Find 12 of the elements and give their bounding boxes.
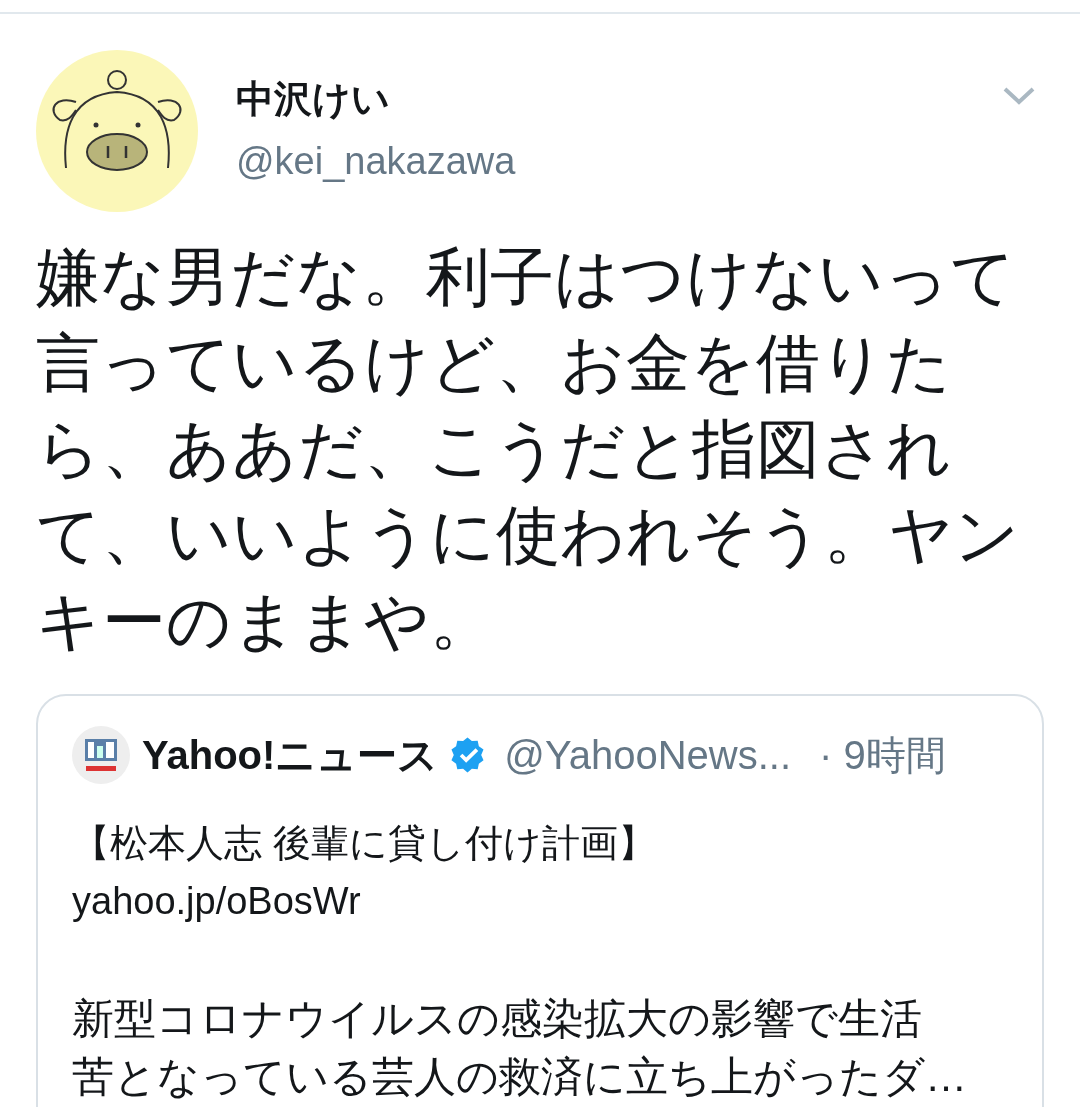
tweet-time: · 9時間 bbox=[819, 731, 946, 779]
quoted-body-line: 苦となっている芸人の救済に立ち上がったダ… bbox=[72, 1052, 967, 1102]
news-logo-icon[interactable] bbox=[72, 726, 130, 784]
user-handle[interactable]: @kei_nakazawa bbox=[236, 138, 964, 184]
quoted-user-handle[interactable]: @YahooNews... bbox=[504, 732, 791, 778]
quoted-link[interactable]: yahoo.jp/oBosWr bbox=[72, 872, 1042, 930]
quoted-user-name[interactable]: Yahoo!ニュース bbox=[142, 727, 439, 783]
quoted-headline: 【松本人志 後輩に貸し付け計画】 bbox=[72, 821, 657, 866]
user-name[interactable]: 中沢けい bbox=[236, 76, 964, 122]
quoted-tweet-card[interactable]: Yahoo!ニュース @YahooNews... · 9時間 【松本人志 後輩に貸し付け計画】 yahoo.jp/oBosWr 新型コロナウイルスの感染拡大の影響で生活 苦となっている芸人の救済に立ち上がったダ… bbox=[36, 694, 1044, 1107]
tweet-text: 嫌な男だな。利子はつけないって言っているけど、お金を借りたら、ああだ、こうだと指図されて、いいように使われそう。ヤンキーのままや。 bbox=[36, 240, 1021, 659]
quoted-body-line: 新型コロナウイルスの感染拡大の影響で生活 bbox=[72, 994, 922, 1044]
